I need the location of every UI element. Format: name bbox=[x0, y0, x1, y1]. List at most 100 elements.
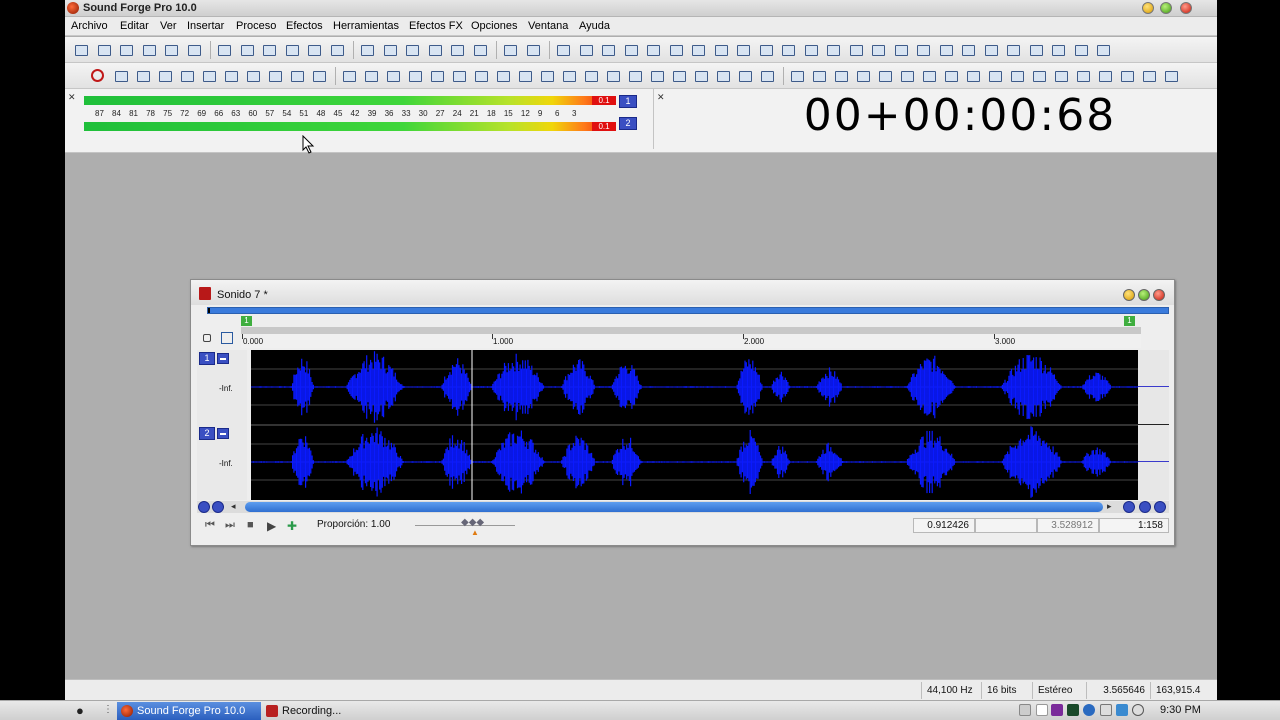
toolbar-tool-icon[interactable] bbox=[306, 42, 321, 57]
tray-monitor-icon[interactable] bbox=[1116, 704, 1128, 716]
transport-tool-icon[interactable] bbox=[473, 68, 488, 83]
menu-ver[interactable]: Ver bbox=[160, 20, 177, 32]
toolbar-tool-icon[interactable] bbox=[983, 42, 998, 57]
toolbar-tool-icon[interactable] bbox=[73, 42, 88, 57]
toolbar-tool-icon[interactable] bbox=[404, 42, 419, 57]
snap-icon[interactable] bbox=[221, 332, 233, 344]
toolbar-tool-icon[interactable] bbox=[578, 42, 593, 57]
toolbar-tool-icon[interactable] bbox=[780, 42, 795, 57]
toolbar-tool-icon[interactable] bbox=[382, 42, 397, 57]
ratio-slider-handle[interactable]: ◆◆◆ bbox=[461, 517, 484, 528]
toolbar-tool-icon[interactable] bbox=[502, 42, 517, 57]
transport-tool-icon[interactable] bbox=[539, 68, 554, 83]
transport-tool-icon[interactable] bbox=[1097, 68, 1112, 83]
marker-start[interactable]: 1 bbox=[241, 316, 252, 326]
menu-ventana[interactable]: Ventana bbox=[528, 20, 568, 32]
transport-tool-icon[interactable] bbox=[1119, 68, 1134, 83]
transport-tool-icon[interactable] bbox=[759, 68, 774, 83]
minimize-button[interactable] bbox=[1142, 2, 1154, 14]
time-ruler[interactable]: 0.000 1.000 2.000 3.000 bbox=[241, 327, 1141, 348]
tray-doc-icon[interactable] bbox=[1036, 704, 1048, 716]
scroll-thumb[interactable] bbox=[245, 502, 1103, 512]
transport-tool-icon[interactable] bbox=[289, 68, 304, 83]
toolbar-tool-icon[interactable] bbox=[449, 42, 464, 57]
menu-proceso[interactable]: Proceso bbox=[236, 20, 276, 32]
transport-tool-icon[interactable] bbox=[1031, 68, 1046, 83]
zoom-normal-icon[interactable] bbox=[1154, 501, 1166, 513]
play-icon[interactable]: ▶ bbox=[267, 519, 281, 533]
toolbar-tool-icon[interactable] bbox=[915, 42, 930, 57]
maximize-button[interactable] bbox=[1160, 2, 1172, 14]
toolbar-tool-icon[interactable] bbox=[472, 42, 487, 57]
toolbar-tool-icon[interactable] bbox=[163, 42, 178, 57]
menu-editar[interactable]: Editar bbox=[120, 20, 149, 32]
toolbar-tool-icon[interactable] bbox=[893, 42, 908, 57]
transport-tool-icon[interactable] bbox=[341, 68, 356, 83]
toolbar-tool-icon[interactable] bbox=[261, 42, 276, 57]
transport-tool-icon[interactable] bbox=[649, 68, 664, 83]
toolbar-tool-icon[interactable] bbox=[690, 42, 705, 57]
zoom-ratio-field[interactable]: 1:158 bbox=[1099, 518, 1169, 533]
toolbar-tool-icon[interactable] bbox=[758, 42, 773, 57]
transport-tool-icon[interactable] bbox=[877, 68, 892, 83]
toolbar-tool-icon[interactable] bbox=[186, 42, 201, 57]
transport-tool-icon[interactable] bbox=[855, 68, 870, 83]
lock-icon[interactable] bbox=[203, 334, 211, 342]
selection-end-field[interactable]: 3.528912 bbox=[1037, 518, 1099, 533]
toolbar-tool-icon[interactable] bbox=[1050, 42, 1065, 57]
menu-insertar[interactable]: Insertar bbox=[187, 20, 224, 32]
scroll-left-icon[interactable]: ◂ bbox=[231, 501, 236, 512]
transport-tool-icon[interactable] bbox=[1141, 68, 1156, 83]
toolbar-tool-icon[interactable] bbox=[713, 42, 728, 57]
scroll-right-icon[interactable]: ▸ bbox=[1107, 501, 1112, 512]
menu-efectos[interactable]: Efectos bbox=[286, 20, 323, 32]
tray-notepad-icon[interactable] bbox=[1100, 704, 1112, 716]
add-icon[interactable]: ✚ bbox=[287, 519, 301, 533]
menu-efectos-fx[interactable]: Efectos FX bbox=[409, 20, 463, 32]
transport-tool-icon[interactable] bbox=[811, 68, 826, 83]
transport-tool-icon[interactable] bbox=[517, 68, 532, 83]
transport-tool-icon[interactable] bbox=[671, 68, 686, 83]
transport-tool-icon[interactable] bbox=[495, 68, 510, 83]
toolbar-tool-icon[interactable] bbox=[96, 42, 111, 57]
transport-tool-icon[interactable] bbox=[693, 68, 708, 83]
close-button[interactable] bbox=[1180, 2, 1192, 14]
transport-tool-icon[interactable] bbox=[715, 68, 730, 83]
transport-tool-icon[interactable] bbox=[605, 68, 620, 83]
toolbar-tool-icon[interactable] bbox=[870, 42, 885, 57]
transport-tool-icon[interactable] bbox=[965, 68, 980, 83]
toolbar-tool-icon[interactable] bbox=[803, 42, 818, 57]
transport-tool-icon[interactable] bbox=[245, 68, 260, 83]
toolbar-tool-icon[interactable] bbox=[329, 42, 344, 57]
cursor-position-field[interactable]: 0.912426 bbox=[913, 518, 975, 533]
go-to-end-icon[interactable]: ⏭ bbox=[225, 519, 239, 532]
transport-tool-icon[interactable] bbox=[385, 68, 400, 83]
toolbar-tool-icon[interactable] bbox=[600, 42, 615, 57]
toolbar-tool-icon[interactable] bbox=[938, 42, 953, 57]
toolbar-tool-icon[interactable] bbox=[141, 42, 156, 57]
menu-ayuda[interactable]: Ayuda bbox=[579, 20, 610, 32]
taskbar-recording[interactable]: Recording... bbox=[262, 702, 392, 720]
toolbar-tool-icon[interactable] bbox=[825, 42, 840, 57]
transport-tool-icon[interactable] bbox=[737, 68, 752, 83]
toolbar-tool-icon[interactable] bbox=[525, 42, 540, 57]
taskbar-sound-forge[interactable]: Sound Forge Pro 10.0 bbox=[117, 702, 261, 720]
transport-tool-icon[interactable] bbox=[113, 68, 128, 83]
toolbar-tool-icon[interactable] bbox=[427, 42, 442, 57]
marker-end[interactable]: 1 bbox=[1124, 316, 1135, 326]
tray-volume-icon[interactable] bbox=[1132, 704, 1144, 716]
transport-tool-icon[interactable] bbox=[157, 68, 172, 83]
meter-channel-1-button[interactable]: 1 bbox=[619, 95, 637, 108]
overview-bar[interactable] bbox=[207, 307, 1169, 314]
go-to-start-icon[interactable]: ⏮ bbox=[205, 519, 219, 532]
toolbar-tool-icon[interactable] bbox=[668, 42, 683, 57]
toolbar-tool-icon[interactable] bbox=[359, 42, 374, 57]
menu-archivo[interactable]: Archivo bbox=[71, 20, 108, 32]
channel-2-collapse-icon[interactable] bbox=[217, 428, 229, 439]
toolbar-tool-icon[interactable] bbox=[623, 42, 638, 57]
toolbar-tool-icon[interactable] bbox=[216, 42, 231, 57]
transport-tool-icon[interactable] bbox=[987, 68, 1002, 83]
transport-tool-icon[interactable] bbox=[789, 68, 804, 83]
document-title-bar[interactable]: Sonido 7 * bbox=[191, 280, 1174, 305]
transport-tool-icon[interactable] bbox=[1075, 68, 1090, 83]
